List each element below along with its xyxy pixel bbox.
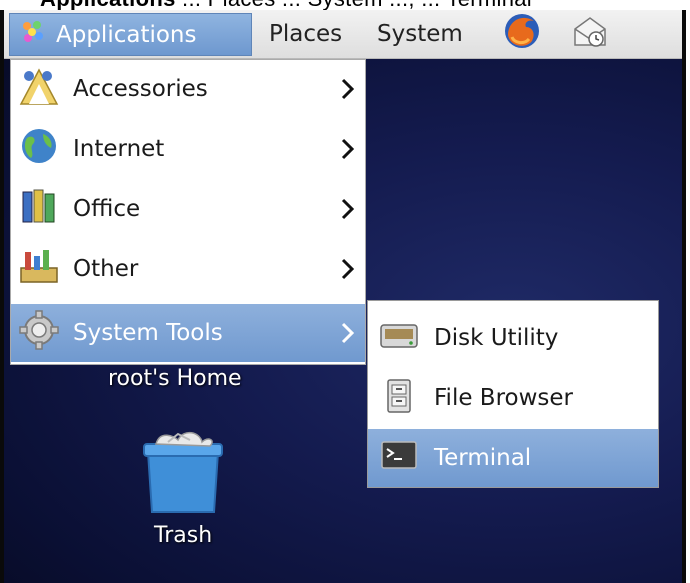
file-cabinet-icon <box>378 377 420 419</box>
places-menu-button[interactable]: Places <box>269 10 342 58</box>
menu-item-label: System Tools <box>73 320 223 346</box>
gear-icon <box>17 310 61 356</box>
accessories-icon <box>17 66 61 112</box>
chevron-right-icon <box>341 198 355 220</box>
menu-item-label: Internet <box>73 136 165 162</box>
trash-icon-label[interactable]: Trash <box>154 523 212 548</box>
system-label: System <box>377 21 463 47</box>
submenu-item-label: Disk Utility <box>434 325 559 351</box>
applications-menu: Accessories Internet Office Other System… <box>10 59 366 365</box>
gnome-foot-icon <box>18 18 46 52</box>
caption-text: Applications ... Places ... System ..., … <box>40 0 532 10</box>
menu-item-internet[interactable]: Internet <box>11 120 365 178</box>
top-panel: Applications Places System <box>4 10 682 59</box>
submenu-item-disk-utility[interactable]: Disk Utility <box>368 309 658 367</box>
chevron-right-icon <box>341 138 355 160</box>
other-icon <box>17 246 61 292</box>
menu-item-office[interactable]: Office <box>11 180 365 238</box>
menu-item-other[interactable]: Other <box>11 240 365 298</box>
menu-item-system-tools[interactable]: System Tools <box>11 304 365 362</box>
trash-icon[interactable] <box>138 426 228 522</box>
home-icon-label[interactable]: root's Home <box>108 366 242 391</box>
firefox-icon <box>502 11 542 57</box>
system-tools-submenu: Disk Utility File Browser Terminal <box>367 300 659 488</box>
caption-bold: Applications <box>40 0 176 10</box>
disk-icon <box>378 317 420 359</box>
menu-item-accessories[interactable]: Accessories <box>11 60 365 118</box>
menu-item-label: Accessories <box>73 76 208 102</box>
screenshot-frame: Applications Places System Accessories I… <box>0 10 686 583</box>
places-label: Places <box>269 21 343 47</box>
submenu-item-label: File Browser <box>434 385 573 411</box>
globe-icon <box>17 126 61 172</box>
mail-clock-launcher[interactable] <box>572 10 608 58</box>
terminal-icon <box>378 437 420 479</box>
office-icon <box>17 186 61 232</box>
chevron-right-icon <box>341 322 355 344</box>
mail-clock-icon <box>572 13 608 55</box>
caption-strip: Applications ... Places ... System ..., … <box>0 0 690 10</box>
submenu-item-terminal[interactable]: Terminal <box>368 429 658 487</box>
caption-rest: ... Places ... System ..., ... Terminal <box>176 0 532 10</box>
submenu-item-file-browser[interactable]: File Browser <box>368 369 658 427</box>
applications-label: Applications <box>56 21 197 48</box>
menu-item-label: Office <box>73 196 141 222</box>
firefox-launcher[interactable] <box>502 10 542 58</box>
submenu-item-label: Terminal <box>434 445 532 471</box>
chevron-right-icon <box>341 258 355 280</box>
chevron-right-icon <box>341 78 355 100</box>
system-menu-button[interactable]: System <box>377 10 463 58</box>
menu-item-label: Other <box>73 256 139 282</box>
applications-menu-button[interactable]: Applications <box>9 13 252 56</box>
